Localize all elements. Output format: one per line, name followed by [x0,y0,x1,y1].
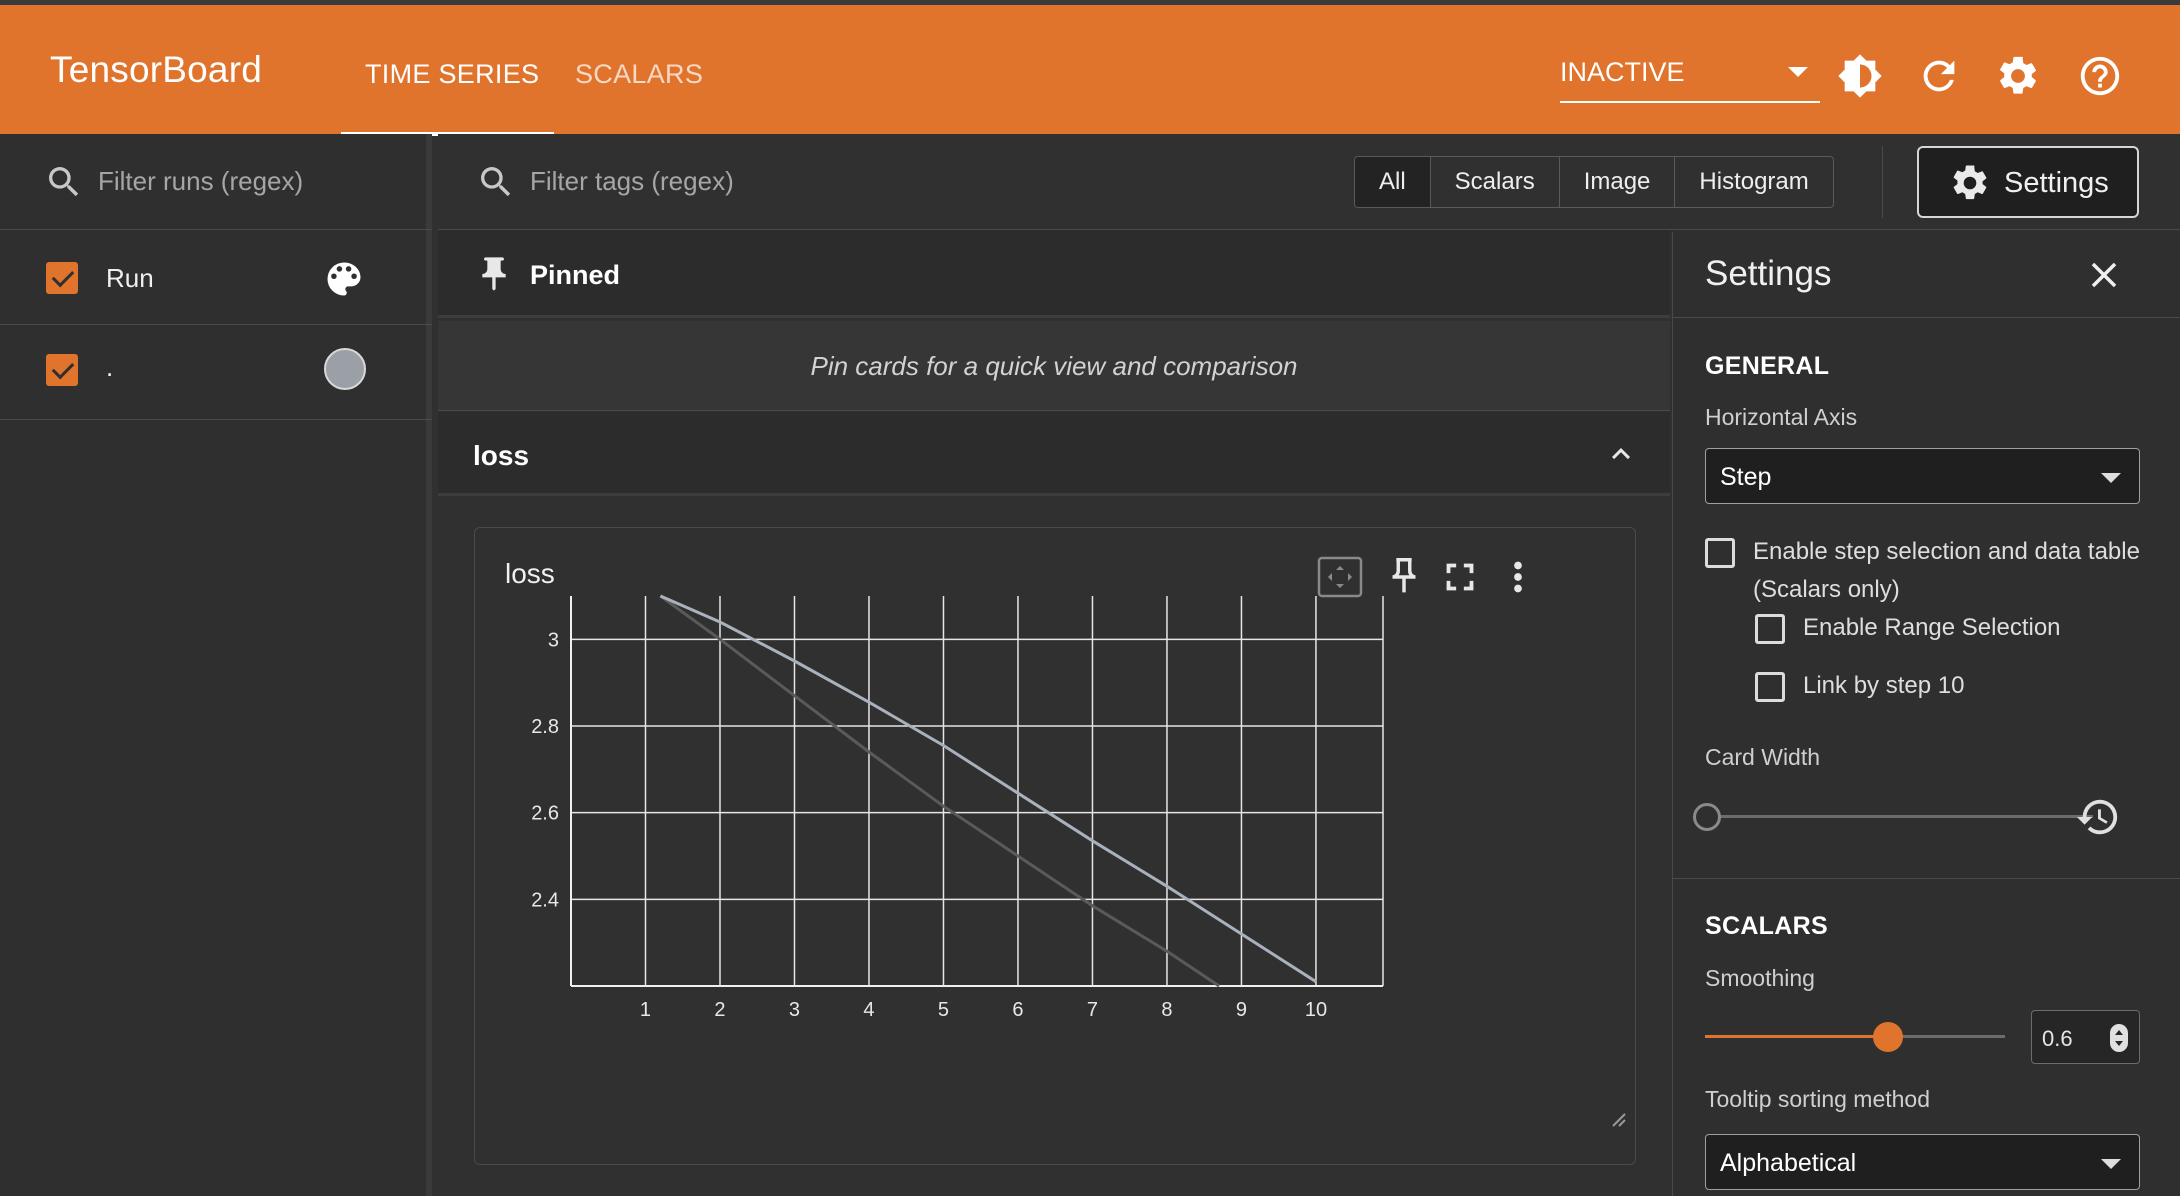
run-row[interactable]: . [0,326,432,420]
palette-icon[interactable] [322,257,366,301]
settings-button[interactable]: Settings [1917,146,2139,218]
loss-series-line[interactable] [659,594,1220,988]
tags-filter-input[interactable]: Filter tags (regex) [530,166,734,197]
card-width-slider-track[interactable] [1717,815,2093,818]
chevron-up-icon[interactable] [1603,436,1639,472]
chevron-down-icon [1788,67,1808,77]
horizontal-axis-label: Horizontal Axis [1705,404,1858,430]
top-app-bar: TensorBoard TIME SERIES SCALARS INACTIVE [0,0,2180,136]
x-tick-label: 1 [640,999,651,1021]
run-color-swatch[interactable] [324,348,366,390]
link-by-step-label: Link by step 10 [1803,672,1965,699]
runs-panel: Filter runs (regex) Run . [0,134,432,1196]
card-width-slider-thumb[interactable] [1693,803,1721,831]
tooltip-sort-label: Tooltip sorting method [1705,1086,1931,1112]
pin-icon [482,257,506,291]
card-group-title: loss [473,440,530,471]
scalar-card-loss: loss 1 2 3 4 5 6 7 8 9 10 3 2.8 2.6 2.4 [474,527,1636,1165]
pinned-title: Pinned [530,260,621,290]
horizontal-axis-select[interactable]: Step [1705,448,2140,504]
scalars-section-title: SCALARS [1705,912,1828,940]
horizontal-axis-value: Step [1720,463,1772,491]
run-name: . [106,352,114,382]
step-selection-sublabel: (Scalars only) [1753,576,1900,603]
step-selection-label: Enable step selection and data table [1753,538,2140,565]
gear-icon[interactable] [1995,53,2041,99]
pinned-empty-message: Pin cards for a quick view and compariso… [810,351,1298,381]
pinned-empty-state: Pin cards for a quick view and compariso… [438,321,1670,411]
smoothing-value: 0.6 [2042,1026,2073,1051]
type-filter-image[interactable]: Image [1558,157,1675,207]
x-tick-label: 3 [789,999,800,1021]
close-icon[interactable] [2083,254,2125,296]
loss-line-chart[interactable]: 1 2 3 4 5 6 7 8 9 10 3 2.8 2.6 2.4 [475,528,1635,1164]
smoothing-input[interactable]: 0.6 [2031,1010,2140,1064]
chevron-down-icon [2101,1159,2121,1169]
run-column-label: Run [106,263,154,293]
toolbar-divider [1882,146,1883,218]
smoothing-label: Smoothing [1705,965,1815,991]
settings-divider [1673,878,2180,879]
y-tick-label: 2.6 [531,803,559,825]
plugin-type-filter: All Scalars Image Histogram [1354,156,1834,208]
theme-toggle-icon[interactable] [1837,53,1883,99]
x-tick-label: 2 [714,999,725,1021]
y-tick-label: 2.4 [531,889,559,911]
pinned-section-header: Pinned [438,230,1670,318]
runs-filter[interactable]: Filter runs (regex) [0,134,432,230]
y-tick-label: 2.8 [531,716,559,738]
settings-pane-header: Settings [1673,232,2180,318]
card-width-label: Card Width [1705,744,1821,770]
settings-pane: Settings GENERAL Horizontal Axis Step En… [1672,232,2180,1196]
search-icon [49,167,79,197]
spinner-icon[interactable] [2108,1023,2130,1053]
smoothing-slider-thumb[interactable] [1873,1022,1903,1052]
card-group-header-loss[interactable]: loss [438,412,1670,496]
step-selection-checkbox[interactable] [1705,538,1735,568]
tooltip-sort-value: Alphabetical [1720,1149,1857,1177]
x-tick-label: 6 [1012,999,1023,1021]
select-all-runs-checkbox[interactable] [46,262,78,294]
type-filter-scalars[interactable]: Scalars [1429,157,1559,207]
tag-filter-toolbar: Filter tags (regex) All Scalars Image Hi… [438,134,2180,230]
run-checkbox[interactable] [46,354,78,386]
tab-time-series[interactable]: TIME SERIES [365,59,539,90]
type-filter-all[interactable]: All [1355,157,1430,207]
link-by-step-checkbox[interactable] [1755,672,1785,702]
loss-series-line[interactable] [659,594,1317,983]
resize-handle-icon[interactable] [1612,1113,1626,1127]
range-selection-label: Enable Range Selection [1803,614,2061,641]
smoothing-slider-fill [1705,1035,1887,1038]
reset-icon[interactable] [2075,794,2121,840]
x-tick-label: 7 [1087,999,1098,1021]
x-tick-label: 5 [938,999,949,1021]
general-section-title: GENERAL [1705,352,1830,380]
gear-icon [1953,165,1987,200]
type-filter-histogram[interactable]: Histogram [1674,157,1832,207]
chevron-down-icon [2101,473,2121,483]
run-header-row: Run [0,231,432,325]
app-brand: TensorBoard [50,49,262,90]
x-tick-label: 10 [1305,999,1327,1021]
x-tick-label: 9 [1236,999,1247,1021]
x-tick-label: 4 [863,999,874,1021]
reload-icon[interactable] [1916,53,1962,99]
search-icon [481,167,511,197]
help-icon[interactable] [2077,53,2123,99]
tab-scalars[interactable]: SCALARS [575,59,703,90]
settings-button-label: Settings [2004,167,2109,199]
y-tick-label: 3 [548,629,559,651]
range-selection-checkbox[interactable] [1755,614,1785,644]
x-tick-label: 8 [1161,999,1172,1021]
runs-filter-placeholder: Filter runs (regex) [98,166,304,196]
settings-pane-title: Settings [1705,254,1832,293]
plugin-select-dropdown[interactable]: INACTIVE [1560,53,1820,103]
plugin-select-value: INACTIVE [1560,57,1685,87]
tooltip-sort-select[interactable]: Alphabetical [1705,1134,2140,1190]
